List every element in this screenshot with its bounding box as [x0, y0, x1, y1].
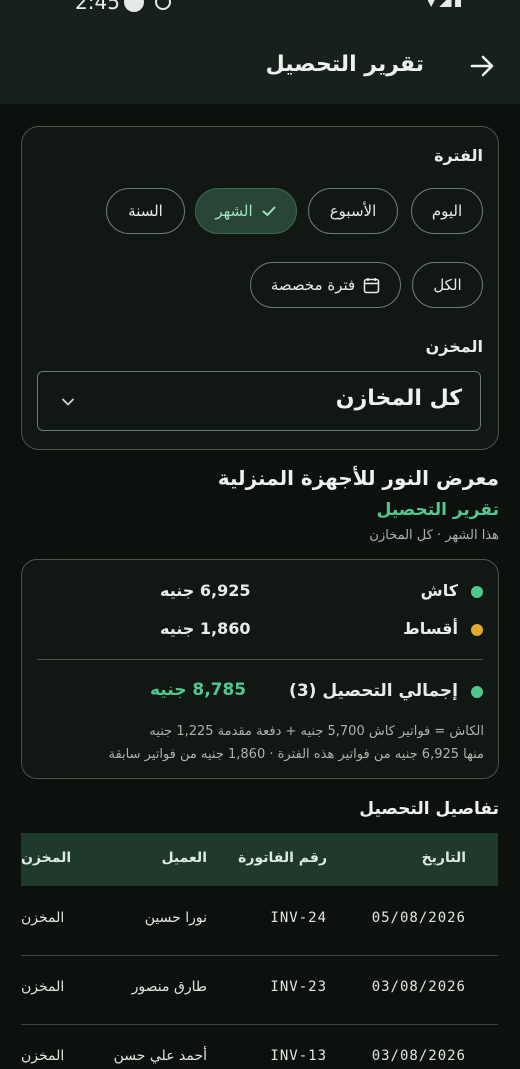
row-customer: طارق منصور: [131, 979, 207, 995]
summary-card: كاش 6,925 جنيه أقساط 1,860 جنيه إجمالي ا…: [21, 559, 499, 779]
total-label: إجمالي التحصيل (3): [289, 681, 458, 701]
signal-battery-icons: ▼◢▮: [425, 0, 464, 9]
details-title: تفاصيل التحصيل: [359, 799, 499, 819]
installments-dot-icon: [471, 624, 483, 636]
chevron-down-icon: [62, 398, 74, 406]
chip-today-label: اليوم: [431, 202, 463, 220]
notification-dot-icon: [124, 0, 144, 12]
period-label: الفترة: [434, 146, 483, 165]
cash-amount: 6,925 جنيه: [160, 581, 251, 600]
report-meta: هذا الشهر · كل المخازن: [369, 528, 499, 543]
col-date: التاريخ: [421, 850, 466, 866]
check-icon: [262, 206, 276, 216]
table-row[interactable]: 03/08/2026 INV-13 أحمد علي حسن المخزن: [21, 1024, 498, 1069]
col-invoice: رقم الفاتورة: [238, 850, 327, 866]
row-warehouse: المخزن: [21, 910, 65, 926]
table-row[interactable]: 03/08/2026 INV-23 طارق منصور المخزن: [21, 955, 498, 1025]
chip-month[interactable]: الشهر: [195, 188, 297, 234]
col-warehouse: المخزن: [21, 850, 72, 866]
row-date: 03/08/2026: [371, 1048, 466, 1064]
warehouse-select-value: كل المخازن: [335, 386, 462, 411]
row-date: 05/08/2026: [371, 910, 466, 926]
chip-week[interactable]: الأسبوع: [308, 188, 398, 234]
chip-year[interactable]: السنة: [106, 188, 185, 234]
chip-all[interactable]: الكل: [412, 262, 483, 308]
business-name: معرض النور للأجهزة المنزلية: [217, 466, 499, 490]
row-warehouse: المخزن: [21, 979, 65, 995]
summary-divider: [37, 659, 483, 660]
chip-today[interactable]: اليوم: [411, 188, 483, 234]
sync-icon: [155, 0, 171, 10]
chip-month-label: الشهر: [215, 202, 253, 220]
chip-custom-range[interactable]: فترة مخصصة: [250, 262, 401, 308]
row-invoice: INV-23: [270, 979, 327, 995]
total-dot-icon: [471, 686, 483, 698]
period-breakdown-note: منها 6,925 جنيه من فواتير هذه الفترة · 1…: [108, 747, 484, 762]
app-bar: تقرير التحصيل: [0, 30, 520, 104]
row-warehouse: المخزن: [21, 1048, 65, 1064]
collections-table: التاريخ رقم الفاتورة العميل المخزن 05/08…: [21, 833, 498, 1069]
cash-breakdown-note: الكاش = فواتير كاش 5,700 جنيه + دفعة مقد…: [149, 724, 484, 739]
row-customer: نورا حسين: [144, 910, 207, 926]
col-customer: العميل: [161, 850, 207, 866]
calendar-icon: [363, 277, 380, 293]
installments-label: أقساط: [403, 619, 458, 638]
chip-all-label: الكل: [433, 276, 462, 294]
row-invoice: INV-24: [270, 910, 327, 926]
row-date: 03/08/2026: [371, 979, 466, 995]
warehouse-label: المخزن: [425, 337, 483, 356]
row-customer: أحمد علي حسن: [113, 1048, 207, 1064]
chip-week-label: الأسبوع: [329, 202, 377, 220]
chip-custom-range-label: فترة مخصصة: [270, 276, 356, 294]
report-title: تقرير التحصيل: [376, 500, 499, 520]
cash-dot-icon: [471, 586, 483, 598]
table-header: التاريخ رقم الفاتورة العميل المخزن: [21, 833, 498, 886]
back-arrow-icon[interactable]: [466, 50, 498, 82]
chip-year-label: السنة: [128, 202, 163, 220]
status-time: 2:45: [75, 0, 120, 14]
total-amount: 8,785 جنيه: [150, 680, 247, 700]
cash-label: كاش: [420, 581, 458, 600]
warehouse-select[interactable]: كل المخازن: [37, 371, 481, 431]
page-title: تقرير التحصيل: [265, 52, 424, 77]
installments-amount: 1,860 جنيه: [160, 619, 251, 638]
row-invoice: INV-13: [270, 1048, 327, 1064]
table-row[interactable]: 05/08/2026 INV-24 نورا حسين المخزن: [21, 886, 498, 956]
status-bar: 2:45 ▼◢▮: [0, 0, 520, 30]
